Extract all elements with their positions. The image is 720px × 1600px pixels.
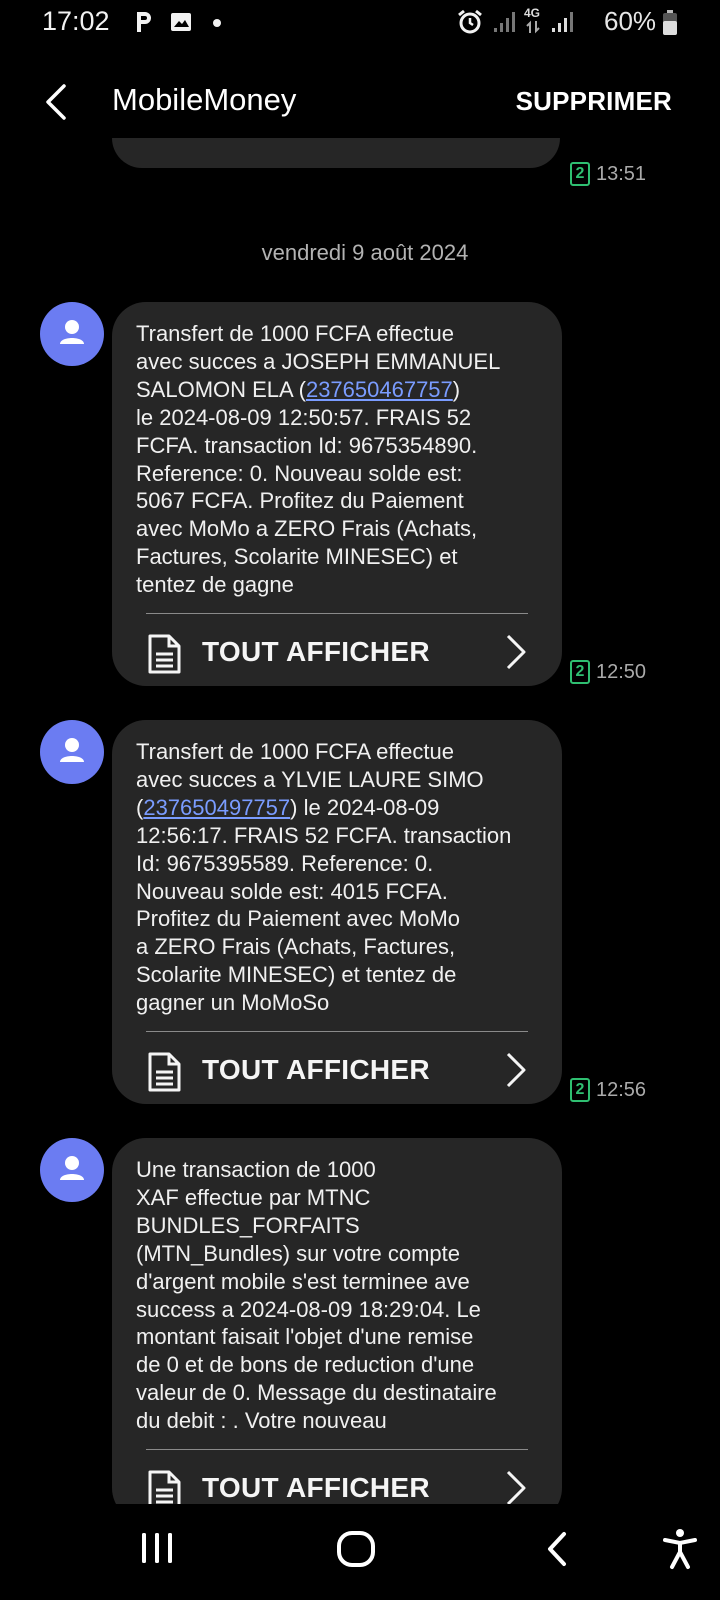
back-arrow-icon[interactable] <box>36 78 80 126</box>
conversation-title: MobileMoney <box>112 82 297 117</box>
battery-percent: 60% <box>604 6 657 36</box>
message-bubble[interactable]: Une transaction de 1000 XAF effectue par… <box>112 1138 562 1504</box>
show-all-label: TOUT AFFICHER <box>202 636 430 668</box>
date-separator: vendredi 9 août 2024 <box>261 240 469 265</box>
show-all-button[interactable]: TOUT AFFICHER <box>112 614 562 688</box>
data-arrows-icon <box>526 20 540 34</box>
signal-icon <box>552 12 573 32</box>
show-all-button[interactable]: TOUT AFFICHER <box>112 1032 562 1106</box>
message-time: 13:51 <box>596 162 647 185</box>
message-meta: 2 12:50 <box>570 660 646 684</box>
image-icon <box>171 13 191 31</box>
document-icon <box>148 634 181 674</box>
message-bubble[interactable]: Transfert de 1000 FCFA effectue avec suc… <box>112 720 562 1104</box>
chevron-right-icon <box>506 1471 526 1504</box>
message-meta: 2 12:56 <box>570 1078 646 1102</box>
message-text: Transfert de 1000 FCFA effectue avec suc… <box>136 739 512 1016</box>
phone-number-link[interactable]: 237650467757 <box>306 377 453 402</box>
show-all-label: TOUT AFFICHER <box>202 1054 430 1086</box>
back-icon[interactable] <box>544 1530 572 1568</box>
sim-2-icon: 2 <box>570 1078 590 1102</box>
recents-icon[interactable] <box>138 1530 176 1566</box>
show-all-button[interactable]: TOUT AFFICHER <box>112 1450 562 1504</box>
message-time: 12:56 <box>596 1078 647 1101</box>
delete-button[interactable]: SUPPRIMER <box>516 86 672 117</box>
message-bubble[interactable]: Transfert de 1000 FCFA effectue avec suc… <box>112 302 562 686</box>
document-icon <box>148 1052 181 1092</box>
message-meta: 2 13:51 <box>570 162 646 186</box>
app-bar: MobileMoney SUPPRIMER <box>0 66 720 138</box>
status-bar: 17:02 4G 60% <box>0 0 720 46</box>
person-icon <box>60 1156 84 1180</box>
person-icon <box>60 320 84 344</box>
message-bubble[interactable] <box>112 138 560 168</box>
show-all-label: TOUT AFFICHER <box>202 1472 430 1504</box>
battery-icon <box>663 10 677 35</box>
home-icon[interactable] <box>336 1530 376 1568</box>
dot-icon <box>213 19 221 27</box>
avatar[interactable] <box>40 720 104 784</box>
message-thread[interactable]: 2 13:51 vendredi 9 août 2024 Transfert d… <box>0 138 720 1504</box>
navigation-bar <box>0 1504 720 1600</box>
avatar[interactable] <box>40 1138 104 1202</box>
sim-2-icon: 2 <box>570 162 590 186</box>
document-icon <box>148 1470 181 1504</box>
chevron-right-icon <box>506 635 526 670</box>
accessibility-icon[interactable] <box>662 1528 698 1570</box>
chevron-right-icon <box>506 1053 526 1088</box>
message-text: Transfert de 1000 FCFA effectue avec suc… <box>136 321 501 598</box>
sim-2-icon: 2 <box>570 660 590 684</box>
message-text: Une transaction de 1000 XAF effectue par… <box>136 1157 497 1434</box>
message-time: 12:50 <box>596 660 647 683</box>
status-time: 17:02 <box>42 6 110 36</box>
avatar[interactable] <box>40 302 104 366</box>
network-type: 4G <box>524 6 541 20</box>
parking-icon <box>137 12 151 32</box>
phone-number-link[interactable]: 237650497757 <box>143 795 290 820</box>
alarm-icon <box>458 9 482 34</box>
person-icon <box>60 738 84 762</box>
signal-icon <box>494 12 515 32</box>
